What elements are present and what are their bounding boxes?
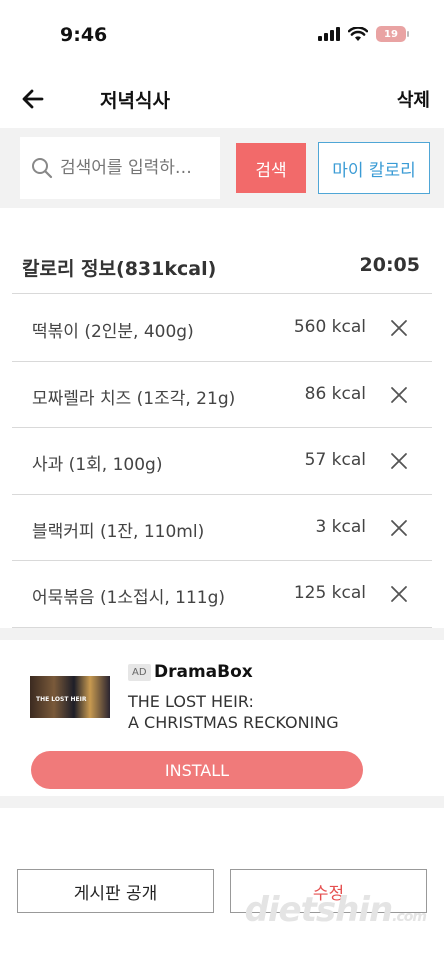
food-name: 사과 (1회, 100g) [32,455,163,475]
food-name: 떡볶이 (2인분, 400g) [32,322,194,342]
install-button[interactable]: INSTALL [31,751,363,789]
watermark-text: dietshin [244,890,394,930]
ad-thumbnail[interactable]: THE LOST HEIR [30,676,110,718]
search-button[interactable]: 검색 [236,143,306,193]
status-time: 9:46 [60,24,108,46]
calorie-info-title: 칼로리 정보(831kcal) [22,258,217,280]
close-icon[interactable] [388,517,410,539]
close-icon[interactable] [388,317,410,339]
search-box[interactable] [20,137,220,199]
search-area: 검색 마이 칼로리 [0,128,444,208]
ad-thumbnail-text: THE LOST HEIR [36,696,87,703]
food-kcal: 3 kcal [315,516,366,537]
section-divider [0,796,444,808]
back-arrow-icon[interactable] [18,84,48,114]
ad-brand: DramaBox [154,662,253,682]
close-icon[interactable] [388,384,410,406]
status-bar: 9:46 19 [0,0,444,72]
food-item[interactable]: 사과 (1회, 100g) 57 kcal [12,428,432,495]
delete-button[interactable]: 삭제 [397,86,430,112]
status-icons: 19 [318,26,409,42]
section-divider [0,628,444,640]
search-input[interactable] [60,158,220,178]
ad-banner[interactable]: THE LOST HEIR AD DramaBox THE LOST HEIR:… [0,640,444,796]
my-calorie-button[interactable]: 마이 칼로리 [318,142,430,194]
food-name: 어묵볶음 (1소접시, 111g) [32,588,226,608]
food-item[interactable]: 어묵볶음 (1소접시, 111g) 125 kcal [12,561,432,628]
battery-level: 19 [384,28,398,40]
ad-headline: THE LOST HEIR: [128,692,254,711]
food-name: 블랙커피 (1잔, 110ml) [32,521,205,542]
food-item[interactable]: 모짜렐라 치즈 (1조각, 21g) 86 kcal [12,362,432,428]
watermark-logo: dietshin.com [244,890,427,930]
ad-badge: AD [128,664,151,681]
battery-icon: 19 [376,26,409,42]
close-icon[interactable] [388,450,410,472]
food-list: 떡볶이 (2인분, 400g) 560 kcal 모짜렐라 치즈 (1조각, 2… [12,295,432,628]
food-kcal: 57 kcal [304,450,366,470]
calorie-info-header: 칼로리 정보(831kcal) 20:05 [12,234,432,294]
search-icon [32,158,53,179]
close-icon[interactable] [388,583,410,605]
food-item[interactable]: 블랙커피 (1잔, 110ml) 3 kcal [12,495,432,561]
ad-headline-subtitle: A CHRISTMAS RECKONING [128,713,339,732]
food-kcal: 125 kcal [293,583,366,603]
food-name: 모짜렐라 치즈 (1조각, 21g) [32,388,236,409]
bottom-action-bar: 게시판 공개 수정 dietshin.com [0,868,444,960]
app-header: 저녁식사 삭제 [0,72,444,128]
wifi-icon [348,26,368,41]
cellular-signal-icon [318,27,340,41]
food-item[interactable]: 떡볶이 (2인분, 400g) 560 kcal [12,295,432,362]
watermark-suffix: .com [392,909,427,925]
meal-time: 20:05 [359,254,420,276]
page-title: 저녁식사 [100,90,170,112]
post-to-board-button[interactable]: 게시판 공개 [17,869,214,913]
food-kcal: 560 kcal [293,317,366,337]
food-kcal: 86 kcal [304,383,366,404]
